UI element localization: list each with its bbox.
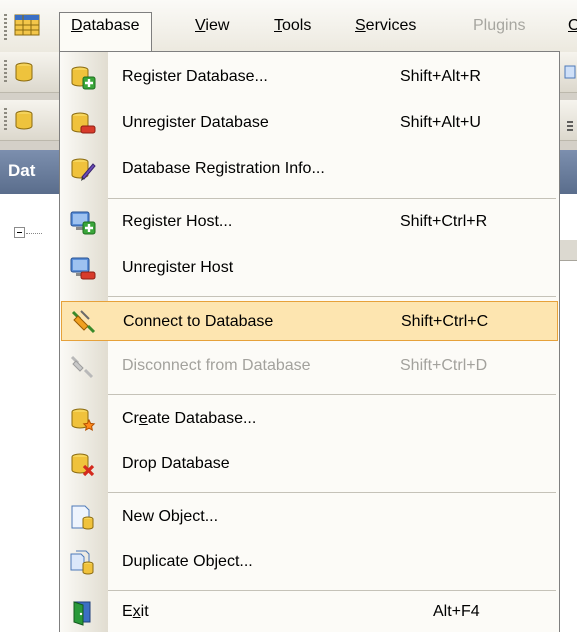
menu-item-label: Exit <box>122 603 149 620</box>
database-toolbar-icon[interactable] <box>12 108 36 132</box>
database-menu-dropdown: Register Database... Shift+Alt+R Unregis… <box>59 51 560 632</box>
menu-item-label: Unregister Database <box>122 114 269 131</box>
menu-item-shortcut: Shift+Ctrl+D <box>400 357 488 374</box>
menu-item-register-host[interactable]: Register Host... Shift+Ctrl+R <box>60 202 559 242</box>
menu-separator <box>108 394 556 395</box>
new-object-icon <box>71 505 94 530</box>
menu-item-shortcut: Shift+Ctrl+C <box>401 313 489 330</box>
connect-plug-icon <box>71 310 96 334</box>
menu-item-exit[interactable]: Exit Alt+F4 <box>60 592 559 632</box>
menu-item-label: Create Database... <box>122 410 257 427</box>
menu-separator <box>108 198 556 199</box>
database-toolbar-icon[interactable] <box>12 60 36 84</box>
menubar-grip[interactable] <box>4 14 7 40</box>
panel-title: Dat <box>8 161 36 180</box>
menu-separator <box>108 296 556 297</box>
menu-item-register-database[interactable]: Register Database... Shift+Alt+R <box>60 57 559 97</box>
menu-item-unregister-host[interactable]: Unregister Host <box>60 248 559 288</box>
unregister-host-icon <box>70 257 96 280</box>
menu-item-label: Unregister Host <box>122 259 234 276</box>
menu-item-shortcut: Shift+Alt+U <box>400 114 481 131</box>
menu-item-database-registration-info[interactable]: Database Registration Info... <box>60 149 559 189</box>
menu-item-disconnect-from-database: Disconnect from Database Shift+Ctrl+D <box>60 346 559 386</box>
menu-item-label: Drop Database <box>122 455 230 472</box>
create-database-icon <box>71 408 96 431</box>
menu-item-label: Database Registration Info... <box>122 160 325 177</box>
unregister-database-icon <box>71 112 96 134</box>
register-database-icon <box>71 66 96 90</box>
menu-item-new-object[interactable]: New Object... <box>60 497 559 537</box>
menu-item-label: Duplicate Object... <box>122 553 253 570</box>
menu-item-label: Register Database... <box>122 68 268 85</box>
database-registration-info-icon <box>71 158 96 181</box>
menu-tools[interactable]: Tools <box>262 13 323 39</box>
grid-app-icon[interactable] <box>14 12 40 38</box>
drop-database-icon <box>71 453 95 477</box>
menu-plugins: Plugins <box>473 17 526 34</box>
menu-item-shortcut: Shift+Ctrl+R <box>400 213 488 230</box>
menu-item-unregister-database[interactable]: Unregister Database Shift+Alt+U <box>60 103 559 143</box>
menu-database[interactable]: Database <box>59 12 152 53</box>
menu-item-label: Disconnect from Database <box>122 357 311 374</box>
exit-door-icon <box>73 601 91 626</box>
toolbar-grip[interactable] <box>4 60 7 84</box>
toolbar-grip[interactable] <box>4 108 7 132</box>
disconnect-plug-icon <box>70 355 94 379</box>
menu-services[interactable]: Services <box>343 13 428 39</box>
menu-bar: Database View Tools Services Plugins O <box>0 0 577 53</box>
tree-collapse-toggle[interactable] <box>14 227 25 238</box>
menu-separator <box>108 590 556 591</box>
menu-item-label: Connect to Database <box>123 313 274 330</box>
register-host-icon <box>70 211 96 235</box>
menu-item-duplicate-object[interactable]: Duplicate Object... <box>60 542 559 582</box>
toolbar-button-icon[interactable] <box>564 60 576 84</box>
menu-item-create-database[interactable]: Create Database... <box>60 399 559 439</box>
menu-item-label: New Object... <box>122 508 219 525</box>
duplicate-object-icon <box>70 550 94 575</box>
tree-connector <box>26 233 42 234</box>
menu-view[interactable]: View <box>183 13 241 39</box>
menu-item-shortcut: Shift+Alt+R <box>400 68 481 85</box>
menu-separator <box>108 492 556 493</box>
menu-options[interactable]: O <box>556 13 577 39</box>
menu-item-shortcut: Alt+F4 <box>433 603 480 620</box>
menu-item-label: Register Host... <box>122 213 233 230</box>
panel-edge <box>560 240 577 261</box>
menu-item-connect-to-database[interactable]: Connect to Database Shift+Ctrl+C <box>61 301 558 341</box>
menu-item-drop-database[interactable]: Drop Database <box>60 444 559 484</box>
chevron-icon[interactable] <box>564 114 576 138</box>
